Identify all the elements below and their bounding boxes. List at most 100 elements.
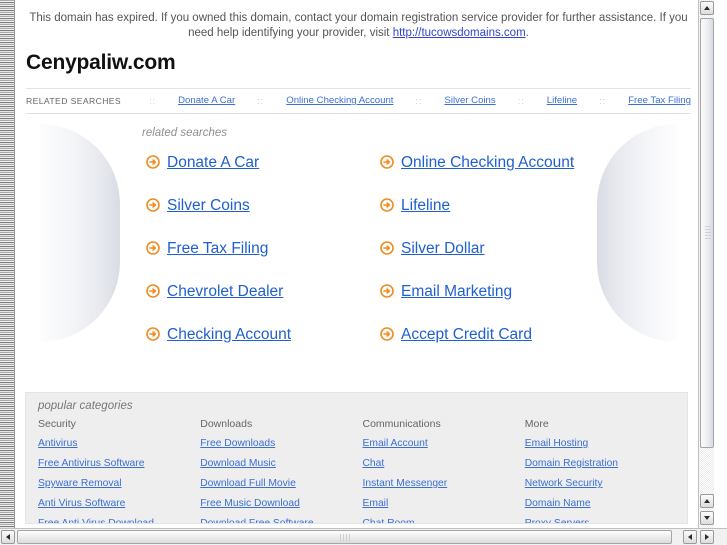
category-link-free-music-download[interactable]: Free Music Download	[200, 498, 362, 509]
category-link-free-antivirus-software[interactable]: Free Antivirus Software	[38, 458, 200, 469]
category-link-anti-virus-software[interactable]: Anti Virus Software	[38, 498, 200, 509]
related-search-link-silver-dollar[interactable]: Silver Dollar	[401, 238, 485, 259]
horizontal-scrollbar[interactable]	[0, 528, 727, 545]
category-link-chat-room[interactable]: Chat Room	[363, 518, 525, 523]
left-render-gutter	[0, 0, 15, 528]
category-link-email-hosting[interactable]: Email Hosting	[525, 438, 687, 449]
arrow-right-circle-icon	[146, 284, 160, 298]
scroll-down-arrow-icon	[704, 516, 710, 520]
scroll-up-arrow-icon	[704, 499, 710, 503]
category-heading: Security	[38, 418, 76, 430]
vertical-scrollbar-thumb[interactable]	[700, 18, 714, 448]
related-search-item[interactable]: Silver Coins	[146, 193, 364, 236]
category-link-download-full-movie[interactable]: Download Full Movie	[200, 478, 362, 489]
bar-link-donate-a-car[interactable]: Donate A Car	[178, 95, 235, 106]
scroll-left-arrow-icon	[688, 534, 692, 540]
arrow-right-circle-icon	[380, 198, 394, 212]
category-link-instant-messenger[interactable]: Instant Messenger	[363, 478, 525, 489]
scrollbar-grip-icon	[339, 534, 351, 541]
popular-categories-panel: popular categories Security Antivirus Fr…	[25, 392, 688, 524]
arrow-right-circle-icon	[146, 198, 160, 212]
category-heading: More	[524, 418, 549, 430]
bar-link-lifeline[interactable]: Lifeline	[547, 95, 577, 106]
scroll-left-button-secondary[interactable]	[683, 530, 697, 544]
related-search-item[interactable]: Donate A Car	[146, 150, 364, 193]
category-link-domain-name[interactable]: Domain Name	[525, 498, 687, 509]
category-column-communications: Communications Email Account Chat Instan…	[362, 418, 525, 523]
page-title: Cenypaliw.com	[26, 51, 176, 74]
page-content: This domain has expired. If you owned th…	[16, 0, 701, 528]
main-links-area: related searches Donate A Car Online Che…	[16, 120, 701, 382]
arrow-right-circle-icon	[146, 327, 160, 341]
related-search-link-email-marketing[interactable]: Email Marketing	[401, 281, 512, 302]
domain-expiry-notice: This domain has expired. If you owned th…	[28, 11, 689, 41]
related-search-item[interactable]: Silver Dollar	[380, 236, 598, 279]
bar-separator: ::	[517, 95, 525, 106]
category-link-free-anti-virus-download[interactable]: Free Anti Virus Download	[38, 518, 200, 523]
category-link-domain-registration[interactable]: Domain Registration	[525, 458, 687, 469]
scroll-up-button-lower[interactable]	[700, 494, 714, 508]
related-search-link-accept-credit-card[interactable]: Accept Credit Card	[401, 324, 532, 345]
related-search-link-lifeline[interactable]: Lifeline	[401, 195, 450, 216]
bar-link-online-checking-account[interactable]: Online Checking Account	[286, 95, 393, 106]
bar-link-silver-coins[interactable]: Silver Coins	[445, 95, 496, 106]
related-search-item[interactable]: Chevrolet Dealer	[146, 279, 364, 322]
bar-separator: ::	[149, 95, 157, 106]
related-search-link-donate-a-car[interactable]: Donate A Car	[167, 152, 259, 173]
browser-window: This domain has expired. If you owned th…	[0, 0, 727, 545]
bar-separator: ::	[257, 95, 265, 106]
related-search-link-free-tax-filing[interactable]: Free Tax Filing	[167, 238, 268, 259]
tucows-domains-link[interactable]: http://tucowsdomains.com	[393, 27, 526, 39]
popular-categories-columns: Security Antivirus Free Antivirus Softwa…	[38, 418, 687, 523]
related-search-link-online-checking-account[interactable]: Online Checking Account	[401, 152, 574, 173]
horizontal-scrollbar-thumb[interactable]	[17, 530, 672, 544]
arrow-right-circle-icon	[380, 155, 394, 169]
arrow-right-circle-icon	[380, 241, 394, 255]
scroll-left-button[interactable]	[1, 530, 15, 544]
vertical-scrollbar[interactable]	[698, 0, 714, 528]
category-link-download-free-software[interactable]: Download Free Software	[200, 518, 362, 523]
related-search-link-chevrolet-dealer[interactable]: Chevrolet Dealer	[167, 281, 283, 302]
related-searches-heading: related searches	[142, 127, 228, 139]
category-link-email[interactable]: Email	[363, 498, 525, 509]
scroll-down-button[interactable]	[700, 511, 714, 525]
related-search-item[interactable]: Checking Account	[146, 322, 364, 365]
related-searches-label: RELATED SEARCHES	[26, 95, 122, 106]
scroll-up-button[interactable]	[700, 1, 714, 15]
notice-text-before: This domain has expired. If you owned th…	[29, 12, 688, 39]
category-link-download-music[interactable]: Download Music	[200, 458, 362, 469]
related-searches-grid: Donate A Car Online Checking Account Sil…	[146, 150, 616, 365]
category-link-spyware-removal[interactable]: Spyware Removal	[38, 478, 200, 489]
bar-link-free-tax-filing[interactable]: Free Tax Filing	[628, 95, 691, 106]
category-column-downloads: Downloads Free Downloads Download Music …	[200, 418, 362, 523]
category-link-free-downloads[interactable]: Free Downloads	[200, 438, 362, 449]
related-search-item[interactable]: Email Marketing	[380, 279, 598, 322]
related-search-item[interactable]: Lifeline	[380, 193, 598, 236]
related-search-item[interactable]: Accept Credit Card	[380, 322, 598, 365]
notice-text-after: .	[525, 27, 529, 39]
bar-separator: ::	[415, 95, 423, 106]
scroll-right-arrow-icon	[705, 534, 709, 540]
category-link-network-security[interactable]: Network Security	[525, 478, 687, 489]
arrow-right-circle-icon	[380, 327, 394, 341]
scroll-up-arrow-icon	[704, 6, 710, 10]
scrollbar-grip-icon	[705, 226, 711, 240]
category-link-email-account[interactable]: Email Account	[363, 438, 525, 449]
bar-separator: ::	[599, 95, 607, 106]
category-heading: Downloads	[200, 418, 253, 430]
category-column-more: More Email Hosting Domain Registration N…	[524, 418, 687, 523]
category-link-chat[interactable]: Chat	[363, 458, 525, 469]
category-link-antivirus[interactable]: Antivirus	[38, 438, 200, 449]
related-search-link-checking-account[interactable]: Checking Account	[167, 324, 291, 345]
decorative-arc-left	[40, 124, 120, 342]
related-search-link-silver-coins[interactable]: Silver Coins	[167, 195, 250, 216]
category-heading: Communications	[362, 418, 441, 430]
arrow-right-circle-icon	[146, 155, 160, 169]
related-search-item[interactable]: Online Checking Account	[380, 150, 598, 193]
related-search-item[interactable]: Free Tax Filing	[146, 236, 364, 279]
scroll-right-button[interactable]	[700, 530, 714, 544]
category-link-proxy-servers[interactable]: Proxy Servers	[525, 518, 687, 523]
category-column-security: Security Antivirus Free Antivirus Softwa…	[38, 418, 200, 523]
popular-categories-title: popular categories	[38, 400, 133, 412]
arrow-right-circle-icon	[380, 284, 394, 298]
